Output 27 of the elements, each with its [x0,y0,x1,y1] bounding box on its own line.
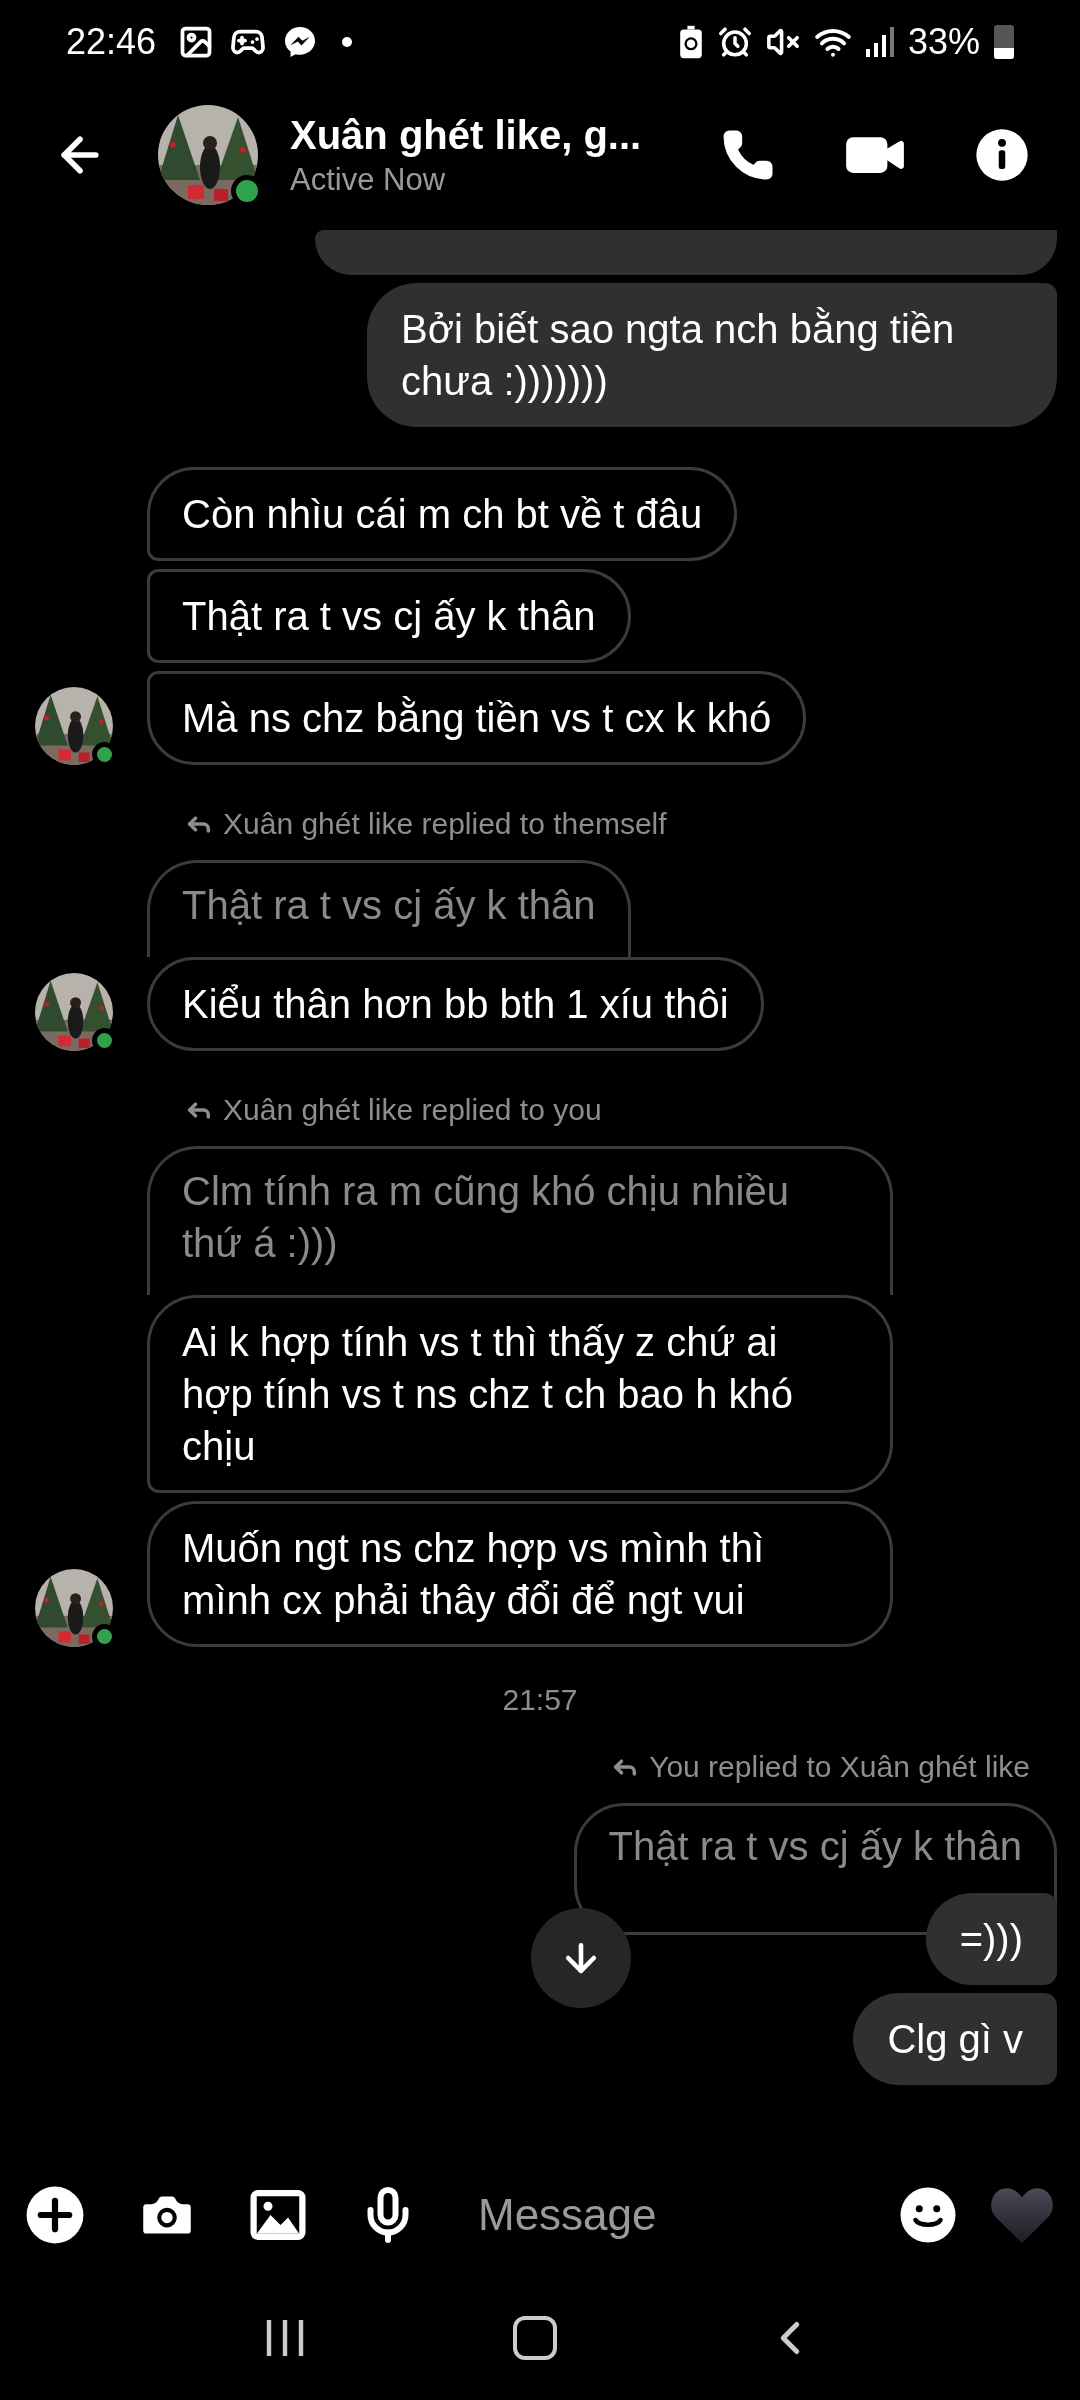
message-input[interactable]: Message [478,2182,898,2248]
plus-icon[interactable] [24,2184,86,2246]
image-icon[interactable] [248,2187,308,2243]
battery-percentage: 33% [907,20,980,64]
timestamp: 21:57 [502,1682,578,1718]
message-bubble[interactable]: =))) [925,1893,1057,1985]
reply-label: Xuân ghét like replied to you [223,1092,602,1128]
message-bubble[interactable]: Kiểu thân hơn bb bth 1 xíu thôi [147,957,764,1051]
message-bubble[interactable]: Muốn ngt ns chz hợp vs mình thì mình cx phải thây đổi để ngt vui [147,1501,893,1647]
emoji-icon[interactable] [898,2185,958,2245]
message-bubble[interactable]: Bởi biết sao ngta nch bằng tiền chưa :))))))) [367,283,1057,427]
contact-name[interactable]: Xuân ghét like, g... [290,110,642,160]
reply-label: You replied to Xuân ghét like [649,1749,1030,1785]
info-icon[interactable] [974,127,1030,183]
battery-saver-icon [677,24,704,60]
alarm-icon [717,25,752,59]
home-button[interactable] [513,2315,557,2360]
reply-label: Xuân ghét like replied to themself [223,806,667,842]
battery-icon [994,25,1014,59]
message-bubble[interactable]: Ai k hợp tính vs t thì thấy z chứ ai hợp tính vs t ns chz t ch bao h khó chịu [147,1295,893,1493]
signal-icon [865,27,894,57]
message-bubble[interactable]: Mà ns chz bằng tiền vs t cx k khó [147,671,807,765]
message-bubble[interactable]: Còn nhìu cái m ch bt về t đâu [147,467,738,561]
message-bubble[interactable]: Thật ra t vs cj ấy k thân [147,569,631,663]
status-time: 22:46 [66,20,157,64]
message-bubble[interactable]: Clg gì v [853,1993,1057,2085]
active-status: Active Now [290,161,447,199]
